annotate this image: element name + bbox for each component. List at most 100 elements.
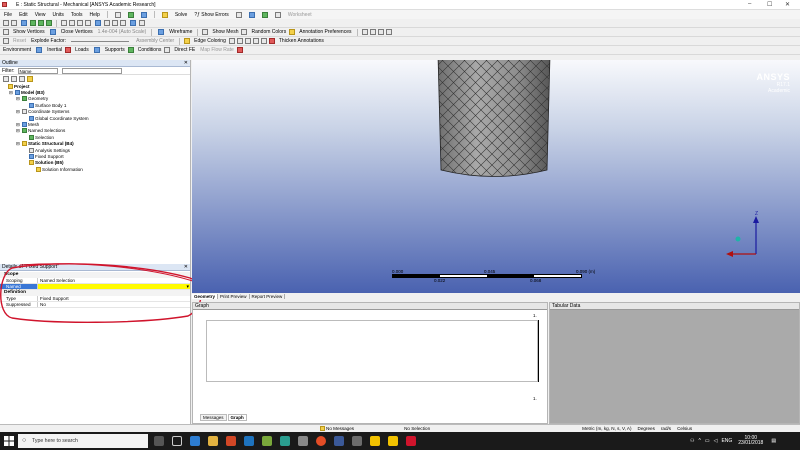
graph-plot-area[interactable] xyxy=(206,320,538,382)
pin-icon[interactable]: ✕ xyxy=(184,60,188,67)
filter-select[interactable]: Name xyxy=(17,67,58,74)
wireframe-button[interactable]: Wireframe xyxy=(169,29,192,35)
check-icon[interactable] xyxy=(127,11,134,18)
people-icon[interactable]: ⚇ xyxy=(690,438,694,444)
extend-icon[interactable] xyxy=(38,20,44,26)
pdf-app-icon[interactable] xyxy=(226,436,236,446)
random-colors-button[interactable]: Random Colors xyxy=(251,29,286,35)
edge-style-3-icon[interactable] xyxy=(244,38,251,44)
direct-fe-menu[interactable]: Direct FE xyxy=(174,47,195,53)
menu-units[interactable]: Units xyxy=(52,12,63,18)
ansys-workbench-icon[interactable] xyxy=(370,436,380,446)
face-select-icon[interactable] xyxy=(21,20,27,26)
magnifier-icon[interactable] xyxy=(104,20,110,26)
next-view-icon[interactable] xyxy=(120,20,126,26)
close-button[interactable]: ✕ xyxy=(785,1,790,8)
window-layout-icon[interactable] xyxy=(139,20,145,26)
grow-icon[interactable] xyxy=(46,20,52,26)
tool-app-icon[interactable] xyxy=(262,436,272,446)
body-select-icon[interactable] xyxy=(30,20,36,26)
task-view-icon[interactable] xyxy=(172,436,182,446)
outlook-icon[interactable] xyxy=(334,436,344,446)
expander-icon[interactable]: ⊟ xyxy=(16,109,21,115)
options-icon[interactable] xyxy=(274,11,281,18)
tray-chevron-icon[interactable]: ^ xyxy=(698,438,700,444)
chrome-browser-icon[interactable] xyxy=(316,436,326,446)
tab-geometry[interactable]: Geometry xyxy=(192,294,219,299)
map-icon[interactable] xyxy=(236,47,243,53)
edge-coloring-button[interactable]: Edge Coloring xyxy=(194,38,226,44)
taskbar-search-box[interactable]: ○ Type here to search xyxy=(18,434,148,448)
loads-menu[interactable]: Loads xyxy=(75,47,89,53)
axis-z-icon[interactable] xyxy=(377,29,384,35)
expander-icon[interactable]: ⊟ xyxy=(16,141,21,147)
worksheet-button[interactable]: Worksheet xyxy=(288,12,312,18)
clock[interactable]: 10:00 23/01/2018 xyxy=(738,436,763,446)
meshed-cylinder-model[interactable] xyxy=(437,60,551,180)
annotation-preferences-button[interactable]: Annotation Preferences xyxy=(299,29,351,35)
triad-axes-icon[interactable]: Z xyxy=(722,208,772,258)
auto-scale-dropdown[interactable]: 1.4e-004 (Auto Scale) xyxy=(98,29,147,35)
menu-file[interactable]: File xyxy=(4,12,12,18)
show-mesh-button[interactable]: Show Mesh xyxy=(212,29,238,35)
expander-icon[interactable]: ⊟ xyxy=(16,96,21,102)
tab-graph[interactable]: Graph xyxy=(227,414,247,421)
notes-app-icon[interactable] xyxy=(280,436,290,446)
status-messages[interactable]: No Messages xyxy=(326,426,354,431)
notifications-icon[interactable]: ▤ xyxy=(771,438,776,444)
rotate-icon[interactable] xyxy=(61,20,67,26)
edge-style-2-icon[interactable] xyxy=(236,38,243,44)
pan-icon[interactable] xyxy=(69,20,75,26)
tree-filter-icon[interactable] xyxy=(27,76,33,82)
explode-factor-slider[interactable] xyxy=(71,40,130,42)
menu-view[interactable]: View xyxy=(35,12,46,18)
tab-messages[interactable]: Messages xyxy=(200,414,227,421)
isometric-view-icon[interactable] xyxy=(130,20,136,26)
lock-icon[interactable] xyxy=(248,11,255,18)
filter-input[interactable] xyxy=(61,67,122,74)
axis-x-icon[interactable] xyxy=(361,29,368,35)
tab-print-preview[interactable]: Print Preview xyxy=(218,294,250,299)
thicken-annotations-button[interactable]: Thicken Annotations xyxy=(279,38,324,44)
tree-item[interactable]: Solution Information xyxy=(2,166,190,172)
minimize-button[interactable]: – xyxy=(748,1,751,7)
sort-icon[interactable] xyxy=(19,76,25,82)
edge-browser-icon[interactable] xyxy=(190,436,200,446)
ansys-launcher-icon[interactable] xyxy=(388,436,398,446)
show-vertices-button[interactable]: Show Vertices xyxy=(13,29,45,35)
maximize-button[interactable]: ☐ xyxy=(767,1,772,8)
expander-icon[interactable]: ⊟ xyxy=(16,122,21,128)
settings-app-icon[interactable] xyxy=(298,436,308,446)
microphone-icon[interactable] xyxy=(154,436,164,446)
solve-button[interactable]: Solve xyxy=(175,12,188,18)
volume-icon[interactable]: ◁ xyxy=(714,438,718,444)
edge-style-1-icon[interactable] xyxy=(228,38,235,44)
tab-report-preview[interactable]: Report Preview xyxy=(250,294,286,299)
network-icon[interactable]: ▭ xyxy=(705,438,710,444)
expander-icon[interactable]: ⊟ xyxy=(9,90,14,96)
edge-style-4-icon[interactable] xyxy=(252,38,259,44)
refresh-icon[interactable] xyxy=(140,11,147,18)
zoom-icon[interactable] xyxy=(77,20,83,26)
map-flow-rate-button[interactable]: Map Flow Rate xyxy=(200,47,234,53)
expand-icon[interactable] xyxy=(3,76,9,82)
edge-style-5-icon[interactable] xyxy=(260,38,267,44)
inertial-menu[interactable]: Inertial xyxy=(47,47,62,53)
conditions-menu[interactable]: Conditions xyxy=(138,47,162,53)
previous-view-icon[interactable] xyxy=(112,20,118,26)
new-icon[interactable] xyxy=(114,11,121,18)
expander-icon[interactable]: ⊟ xyxy=(16,128,21,134)
windows-start-icon[interactable] xyxy=(4,436,14,446)
graphics-viewport[interactable]: ANSYS R17.1 Academic 0.000 0.045 0.090 (… xyxy=(192,60,800,293)
store-icon[interactable] xyxy=(244,436,254,446)
select-mode-icon[interactable] xyxy=(3,20,9,26)
mechanical-app-icon[interactable] xyxy=(406,436,416,446)
axis-y-icon[interactable] xyxy=(369,29,376,35)
assembly-center-dropdown[interactable]: Assembly Center xyxy=(136,38,174,44)
calculator-icon[interactable] xyxy=(352,436,362,446)
solve-icon[interactable] xyxy=(161,11,168,18)
supports-menu[interactable]: Supports xyxy=(105,47,125,53)
file-explorer-icon[interactable] xyxy=(208,436,218,446)
show-errors-button[interactable]: ?ƒ Show Errors xyxy=(194,12,228,18)
menu-help[interactable]: Help xyxy=(90,12,100,18)
